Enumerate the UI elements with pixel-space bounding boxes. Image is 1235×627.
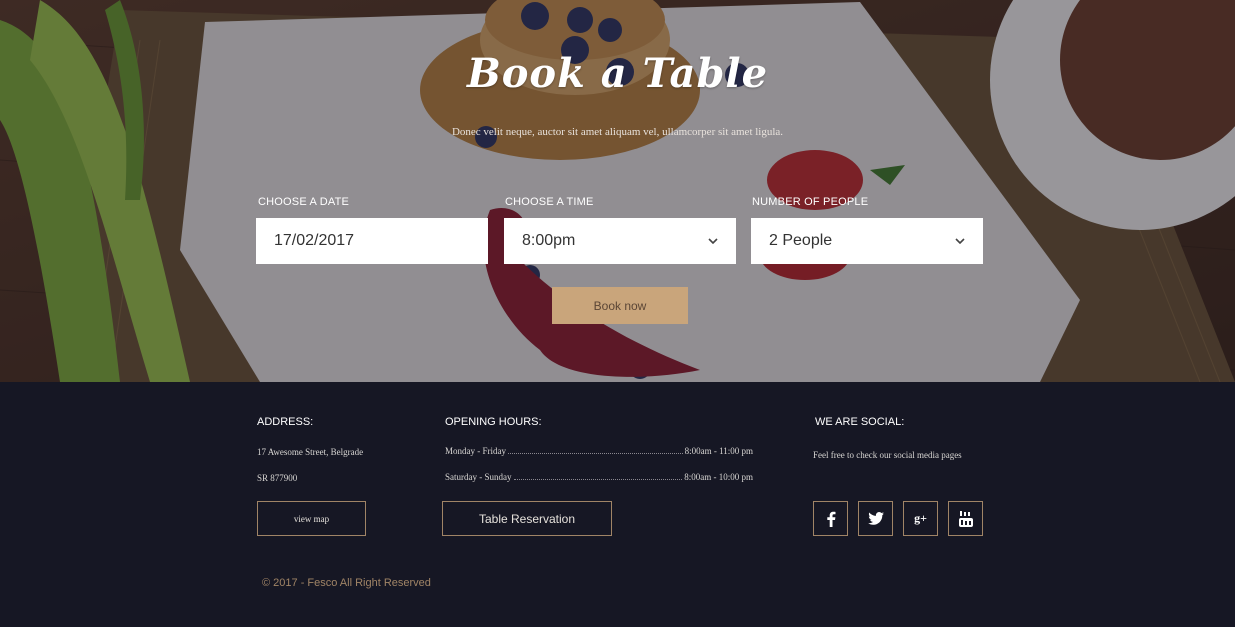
- hours-time: 8:00am - 10:00 pm: [684, 472, 753, 482]
- chevron-down-icon: [708, 238, 718, 244]
- social-text: Feel free to check our social media page…: [813, 450, 962, 460]
- date-label: CHOOSE A DATE: [258, 196, 350, 208]
- opening-hours-heading: OPENING HOURS:: [445, 416, 542, 428]
- time-select[interactable]: 8:00pm: [504, 218, 736, 264]
- address-line-1: 17 Awesome Street, Belgrade: [257, 447, 364, 457]
- social-heading: WE ARE SOCIAL:: [815, 416, 905, 428]
- chevron-down-icon: [955, 238, 965, 244]
- youtube-icon[interactable]: [948, 501, 983, 536]
- hours-day: Monday - Friday: [445, 446, 506, 456]
- hours-row-weekday: Monday - Friday 8:00am - 11:00 pm: [445, 446, 753, 456]
- address-line-2: SR 877900: [257, 473, 298, 483]
- facebook-icon[interactable]: [813, 501, 848, 536]
- people-value: 2 People: [769, 232, 833, 249]
- booking-hero: Book a Table Donec velit neque, auctor s…: [0, 0, 1235, 382]
- book-now-button[interactable]: Book now: [552, 287, 688, 324]
- site-footer: ADDRESS: 17 Awesome Street, Belgrade SR …: [0, 382, 1235, 627]
- dotted-leader: [513, 479, 683, 480]
- table-reservation-button[interactable]: Table Reservation: [442, 501, 612, 536]
- date-input[interactable]: 17/02/2017: [256, 218, 488, 264]
- people-select[interactable]: 2 People: [751, 218, 983, 264]
- page-title: Book a Table: [466, 50, 769, 97]
- time-label: CHOOSE A TIME: [505, 196, 594, 208]
- hours-time: 8:00am - 11:00 pm: [684, 446, 753, 456]
- google-plus-icon[interactable]: g+: [903, 501, 938, 536]
- dotted-leader: [508, 453, 683, 454]
- time-value: 8:00pm: [522, 232, 576, 249]
- hero-subtitle: Donec velit neque, auctor sit amet aliqu…: [451, 126, 784, 138]
- hours-day: Saturday - Sunday: [445, 472, 512, 482]
- date-value: 17/02/2017: [274, 232, 355, 249]
- copyright: © 2017 - Fesco All Right Reserved: [262, 577, 431, 589]
- twitter-icon[interactable]: [858, 501, 893, 536]
- address-heading: ADDRESS:: [257, 416, 314, 428]
- hours-row-weekend: Saturday - Sunday 8:00am - 10:00 pm: [445, 472, 753, 482]
- view-map-button[interactable]: view map: [257, 501, 366, 536]
- people-label: NUMBER OF PEOPLE: [752, 196, 869, 208]
